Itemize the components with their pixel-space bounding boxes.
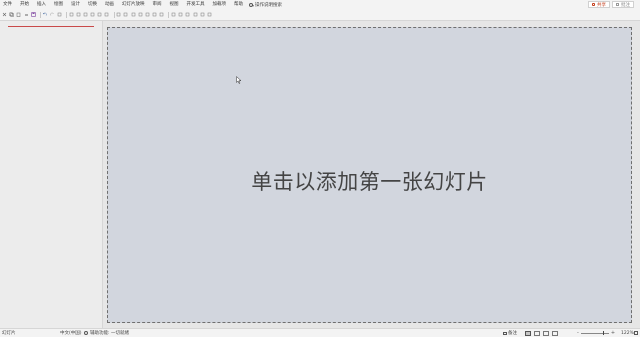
accessibility-status[interactable]: 辅助功能: 一切就绪 [84, 330, 129, 336]
align-left-icon[interactable] [90, 12, 95, 17]
menu-animations[interactable]: 动画 [101, 0, 118, 9]
zoom-out-button[interactable]: - [577, 330, 579, 336]
triangle-icon[interactable] [123, 12, 128, 17]
menu-developer[interactable]: 开发工具 [183, 0, 209, 9]
group-icon[interactable] [138, 12, 143, 17]
paste-icon[interactable] [16, 12, 21, 17]
search-icon [249, 2, 253, 7]
accessibility-label: 辅助功能: 一切就绪 [90, 331, 129, 336]
save-icon[interactable] [31, 12, 36, 17]
notes-icon [503, 331, 507, 335]
normal-view-icon[interactable] [525, 330, 531, 336]
picture-icon[interactable] [193, 12, 198, 17]
distribute-icon[interactable] [116, 12, 121, 17]
reading-view-icon[interactable] [543, 330, 549, 336]
menu-slideshow[interactable]: 幻灯片放映 [118, 0, 149, 9]
tell-me-label: 操作说明搜索 [255, 2, 282, 8]
undo-icon[interactable] [42, 12, 48, 17]
insertion-marker [8, 26, 94, 27]
menu-bar: 文件 开始 插入 绘图 设计 切换 动画 幻灯片放映 审阅 视图 开发工具 加载… [0, 0, 640, 9]
menu-view[interactable]: 视图 [166, 0, 183, 9]
star-icon[interactable] [83, 12, 88, 17]
quick-toolbar [0, 9, 640, 21]
menu-transitions[interactable]: 切换 [84, 0, 101, 9]
align-right-icon[interactable] [104, 12, 109, 17]
rotate-icon[interactable] [178, 12, 183, 17]
menu-design[interactable]: 设计 [67, 0, 84, 9]
ungroup-icon[interactable] [145, 12, 150, 17]
add-first-slide-placeholder[interactable]: 单击以添加第一张幻灯片 [108, 166, 631, 196]
menu-file[interactable]: 文件 [0, 0, 16, 9]
comments-label: 批注 [621, 2, 630, 8]
accessibility-icon [84, 331, 88, 335]
menu-draw[interactable]: 绘图 [50, 0, 67, 9]
share-button[interactable]: 共享 [588, 1, 610, 8]
crop-icon[interactable] [171, 12, 176, 17]
menu-insert[interactable]: 插入 [33, 0, 50, 9]
view-switcher [525, 330, 561, 336]
share-label: 共享 [597, 2, 606, 8]
notes-button[interactable]: 备注 [503, 330, 517, 336]
cut-icon[interactable] [2, 12, 7, 17]
menu-review[interactable]: 审阅 [149, 0, 166, 9]
slide-editing-area[interactable]: 单击以添加第一张幻灯片 [103, 21, 640, 328]
status-bar: 幻灯片 中文(中国) 辅助功能: 一切就绪 备注 - + 122% [0, 328, 640, 337]
zoom-slider[interactable] [580, 330, 609, 336]
shape-icon[interactable] [76, 12, 81, 17]
arrange-icon[interactable] [185, 12, 190, 17]
zoom-slider-thumb[interactable] [602, 330, 605, 336]
notes-label: 备注 [508, 331, 517, 336]
toolbar-separator [39, 11, 41, 18]
slideshow-view-icon[interactable] [552, 330, 558, 336]
new-slide-icon[interactable] [69, 12, 74, 17]
fit-to-window-icon[interactable] [634, 331, 638, 335]
comments-button[interactable]: 批注 [612, 1, 634, 8]
menu-help[interactable]: 帮助 [230, 0, 247, 9]
menu-home[interactable]: 开始 [16, 0, 33, 9]
align-center-icon[interactable] [97, 12, 102, 17]
language-label: 中文(中国) [60, 331, 82, 336]
slide-count-status: 幻灯片 [2, 331, 16, 336]
toolbar-separator [113, 11, 115, 18]
zoom-control: - + [575, 330, 617, 336]
zoom-percent[interactable]: 122% [621, 331, 634, 336]
share-icon [592, 3, 595, 6]
toolbar-separator [168, 11, 169, 18]
toolbar-separator [66, 11, 67, 18]
zoom-in-button[interactable]: + [611, 330, 615, 336]
bring-forward-icon[interactable] [152, 12, 157, 17]
mouse-cursor-icon [236, 76, 242, 84]
copy-icon[interactable] [9, 12, 14, 17]
text-box-icon[interactable] [131, 12, 136, 17]
comment-icon [616, 3, 619, 6]
slide-canvas[interactable]: 单击以添加第一张幻灯片 [107, 27, 632, 323]
undo-history-icon[interactable] [24, 12, 29, 17]
tell-me-search[interactable]: 操作说明搜索 [247, 2, 282, 8]
redo-icon[interactable] [49, 12, 55, 17]
menu-addins[interactable]: 加载项 [209, 0, 231, 9]
more-icon[interactable] [207, 12, 212, 17]
chart-icon[interactable] [200, 12, 205, 17]
slide-sorter-view-icon[interactable] [534, 330, 540, 336]
format-painter-icon[interactable] [57, 12, 62, 17]
language-status[interactable]: 中文(中国) [60, 330, 82, 336]
send-backward-icon[interactable] [159, 12, 164, 17]
slide-thumbnail-pane[interactable] [0, 21, 103, 328]
